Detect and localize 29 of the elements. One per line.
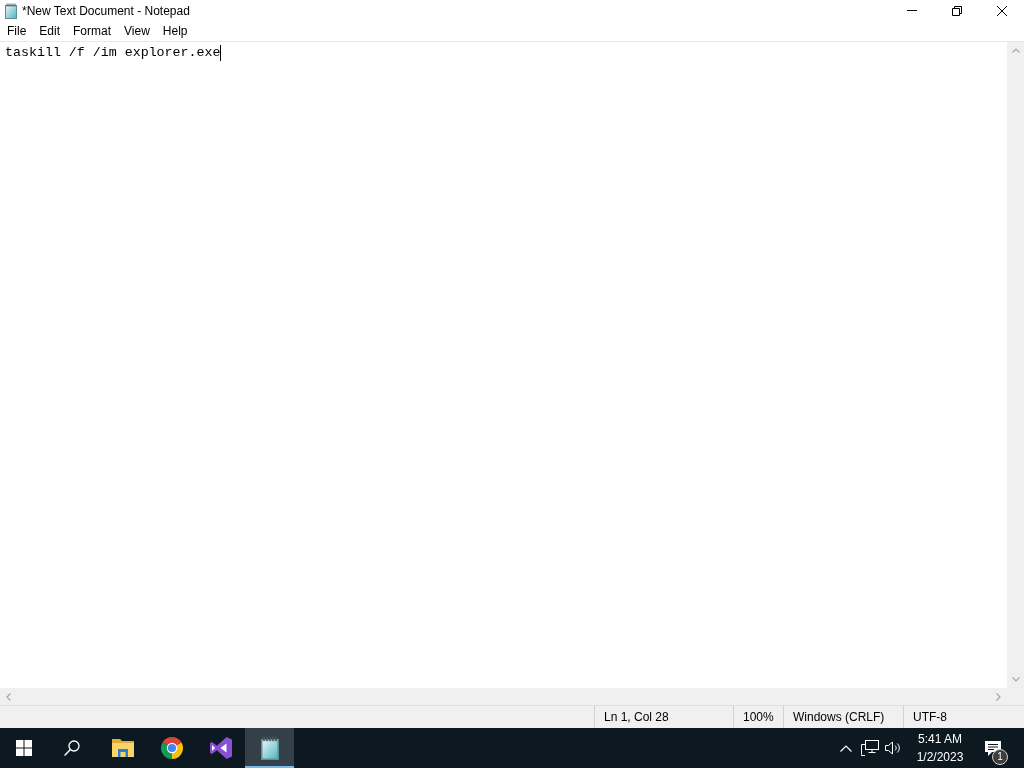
network-icon[interactable] [861, 740, 879, 756]
menu-item[interactable]: View [118, 21, 156, 41]
browser-icon [159, 736, 184, 760]
close-icon [996, 5, 1007, 16]
text-editor[interactable]: taskill /f /im explorer.exe [0, 42, 1007, 688]
speaker-icon[interactable] [885, 741, 901, 755]
taskbar-app-button[interactable] [245, 728, 294, 768]
menu-item[interactable]: Format [67, 21, 118, 41]
menu-item[interactable]: File [1, 21, 33, 41]
notepad-icon [3, 2, 19, 19]
clock-time[interactable]: 5:41 AM [918, 730, 962, 748]
menu-item[interactable]: Help [156, 21, 194, 41]
folder-icon [110, 738, 135, 758]
windows-logo-icon [16, 740, 32, 756]
text-cursor-icon [220, 45, 222, 61]
editor-text: taskill /f /im explorer.exe [5, 45, 221, 60]
minimize-icon [906, 10, 917, 11]
notification-count: 1 [992, 749, 1008, 765]
restore-icon [951, 5, 962, 16]
chevron-up-icon [1011, 48, 1020, 53]
chevron-down-icon [1011, 677, 1020, 682]
window-title: *New Text Document - Notepad [22, 3, 191, 18]
infinity-logo-icon [208, 736, 233, 760]
menu-item[interactable]: Edit [33, 21, 67, 41]
clock-date[interactable]: 1/2/2023 [916, 748, 964, 766]
chevron-right-icon [996, 692, 1001, 701]
chevron-left-icon [6, 692, 11, 701]
search-icon [64, 740, 80, 756]
show-hidden-icons-icon[interactable] [840, 744, 852, 752]
